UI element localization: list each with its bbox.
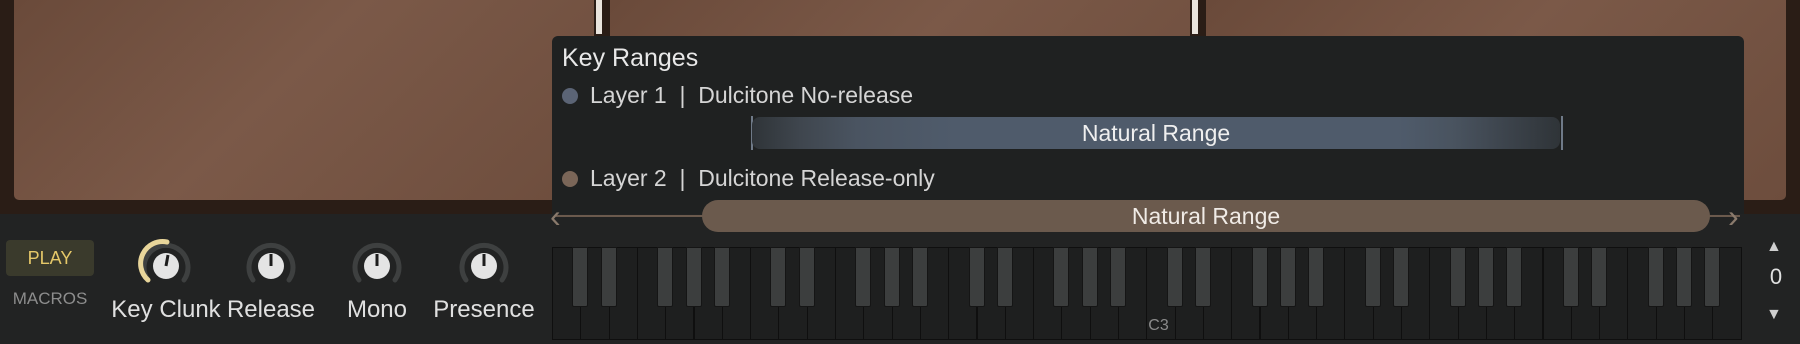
c3-key-label: C3 [1148,317,1169,334]
release-label: Release [226,296,316,323]
black-key[interactable] [600,247,617,307]
layer-2-range-label: Natural Range [1131,202,1281,229]
black-key[interactable] [1194,247,1211,307]
layer-2-row: Layer 2 | Dulcitone Release-only [562,165,935,192]
layer-2-dot [562,170,578,187]
macros-button[interactable]: MACROS [6,289,94,309]
black-key[interactable] [770,247,787,307]
black-key[interactable] [1676,247,1692,307]
black-key[interactable] [572,247,589,307]
knob-icon [138,239,191,283]
black-key[interactable] [1506,247,1523,307]
black-key[interactable] [1704,247,1721,307]
black-key[interactable] [1562,247,1579,307]
piano-keyboard[interactable]: C3 [552,247,1742,342]
black-key[interactable] [798,247,815,307]
layer-1-dot [562,87,578,104]
layer-1-range-label: Natural Range [1081,119,1231,146]
black-key[interactable] [996,247,1013,307]
mono-knob[interactable]: Mono [322,236,432,324]
layer-1-label: Layer 1 | Dulcitone No-release [590,82,914,108]
panel-divider [596,0,602,34]
octave-value: 0 [1769,264,1783,289]
black-key[interactable] [855,247,872,307]
black-key[interactable] [1393,247,1409,307]
black-key[interactable] [657,247,674,307]
black-key[interactable] [1166,247,1183,307]
black-key[interactable] [1308,247,1325,307]
triangle-up-icon[interactable]: ▲ [1766,238,1782,256]
panel-divider [1192,0,1198,34]
layer-2-label: Layer 2 | Dulcitone Release-only [590,165,935,191]
presence-knob[interactable]: Presence [429,236,539,324]
black-key[interactable] [1053,247,1070,307]
presence-label: Presence [433,296,535,323]
chevron-left-icon[interactable]: ‹ [550,200,561,232]
black-key[interactable] [1591,247,1608,307]
black-key[interactable] [1081,247,1098,307]
black-key[interactable] [713,247,730,307]
layer-2-range-line-left [556,215,704,217]
knob-icon [352,242,402,283]
black-key[interactable] [1477,247,1494,307]
layer-1-range-end-tick[interactable] [1561,116,1563,150]
knob-icon [459,242,509,283]
layer-1-row: Layer 1 | Dulcitone No-release [562,82,913,109]
black-key[interactable] [1647,247,1664,307]
knob-icon [246,242,296,283]
black-key[interactable] [1364,247,1381,307]
black-key[interactable] [1279,247,1296,307]
black-key[interactable] [685,247,702,307]
key-clunk-label: Key Clunk [111,296,221,323]
key-clunk-knob[interactable]: Key Clunk [111,236,221,324]
black-key[interactable] [1449,247,1466,307]
triangle-down-icon[interactable]: ▼ [1766,306,1782,324]
layer-1-range-bar[interactable]: Natural Range [752,117,1560,149]
black-key[interactable] [1251,247,1268,307]
black-key[interactable] [911,247,928,307]
play-button[interactable]: PLAY [6,240,94,276]
black-key[interactable] [1110,247,1126,307]
black-key[interactable] [883,247,900,307]
mono-label: Mono [346,296,408,323]
black-key[interactable] [968,247,985,307]
layer-2-range-bar[interactable]: Natural Range [702,200,1710,232]
wood-panel-left [14,0,594,200]
release-knob[interactable]: Release [216,236,326,324]
chevron-right-icon[interactable]: › [1728,200,1739,232]
key-ranges-title: Key Ranges [562,44,699,72]
